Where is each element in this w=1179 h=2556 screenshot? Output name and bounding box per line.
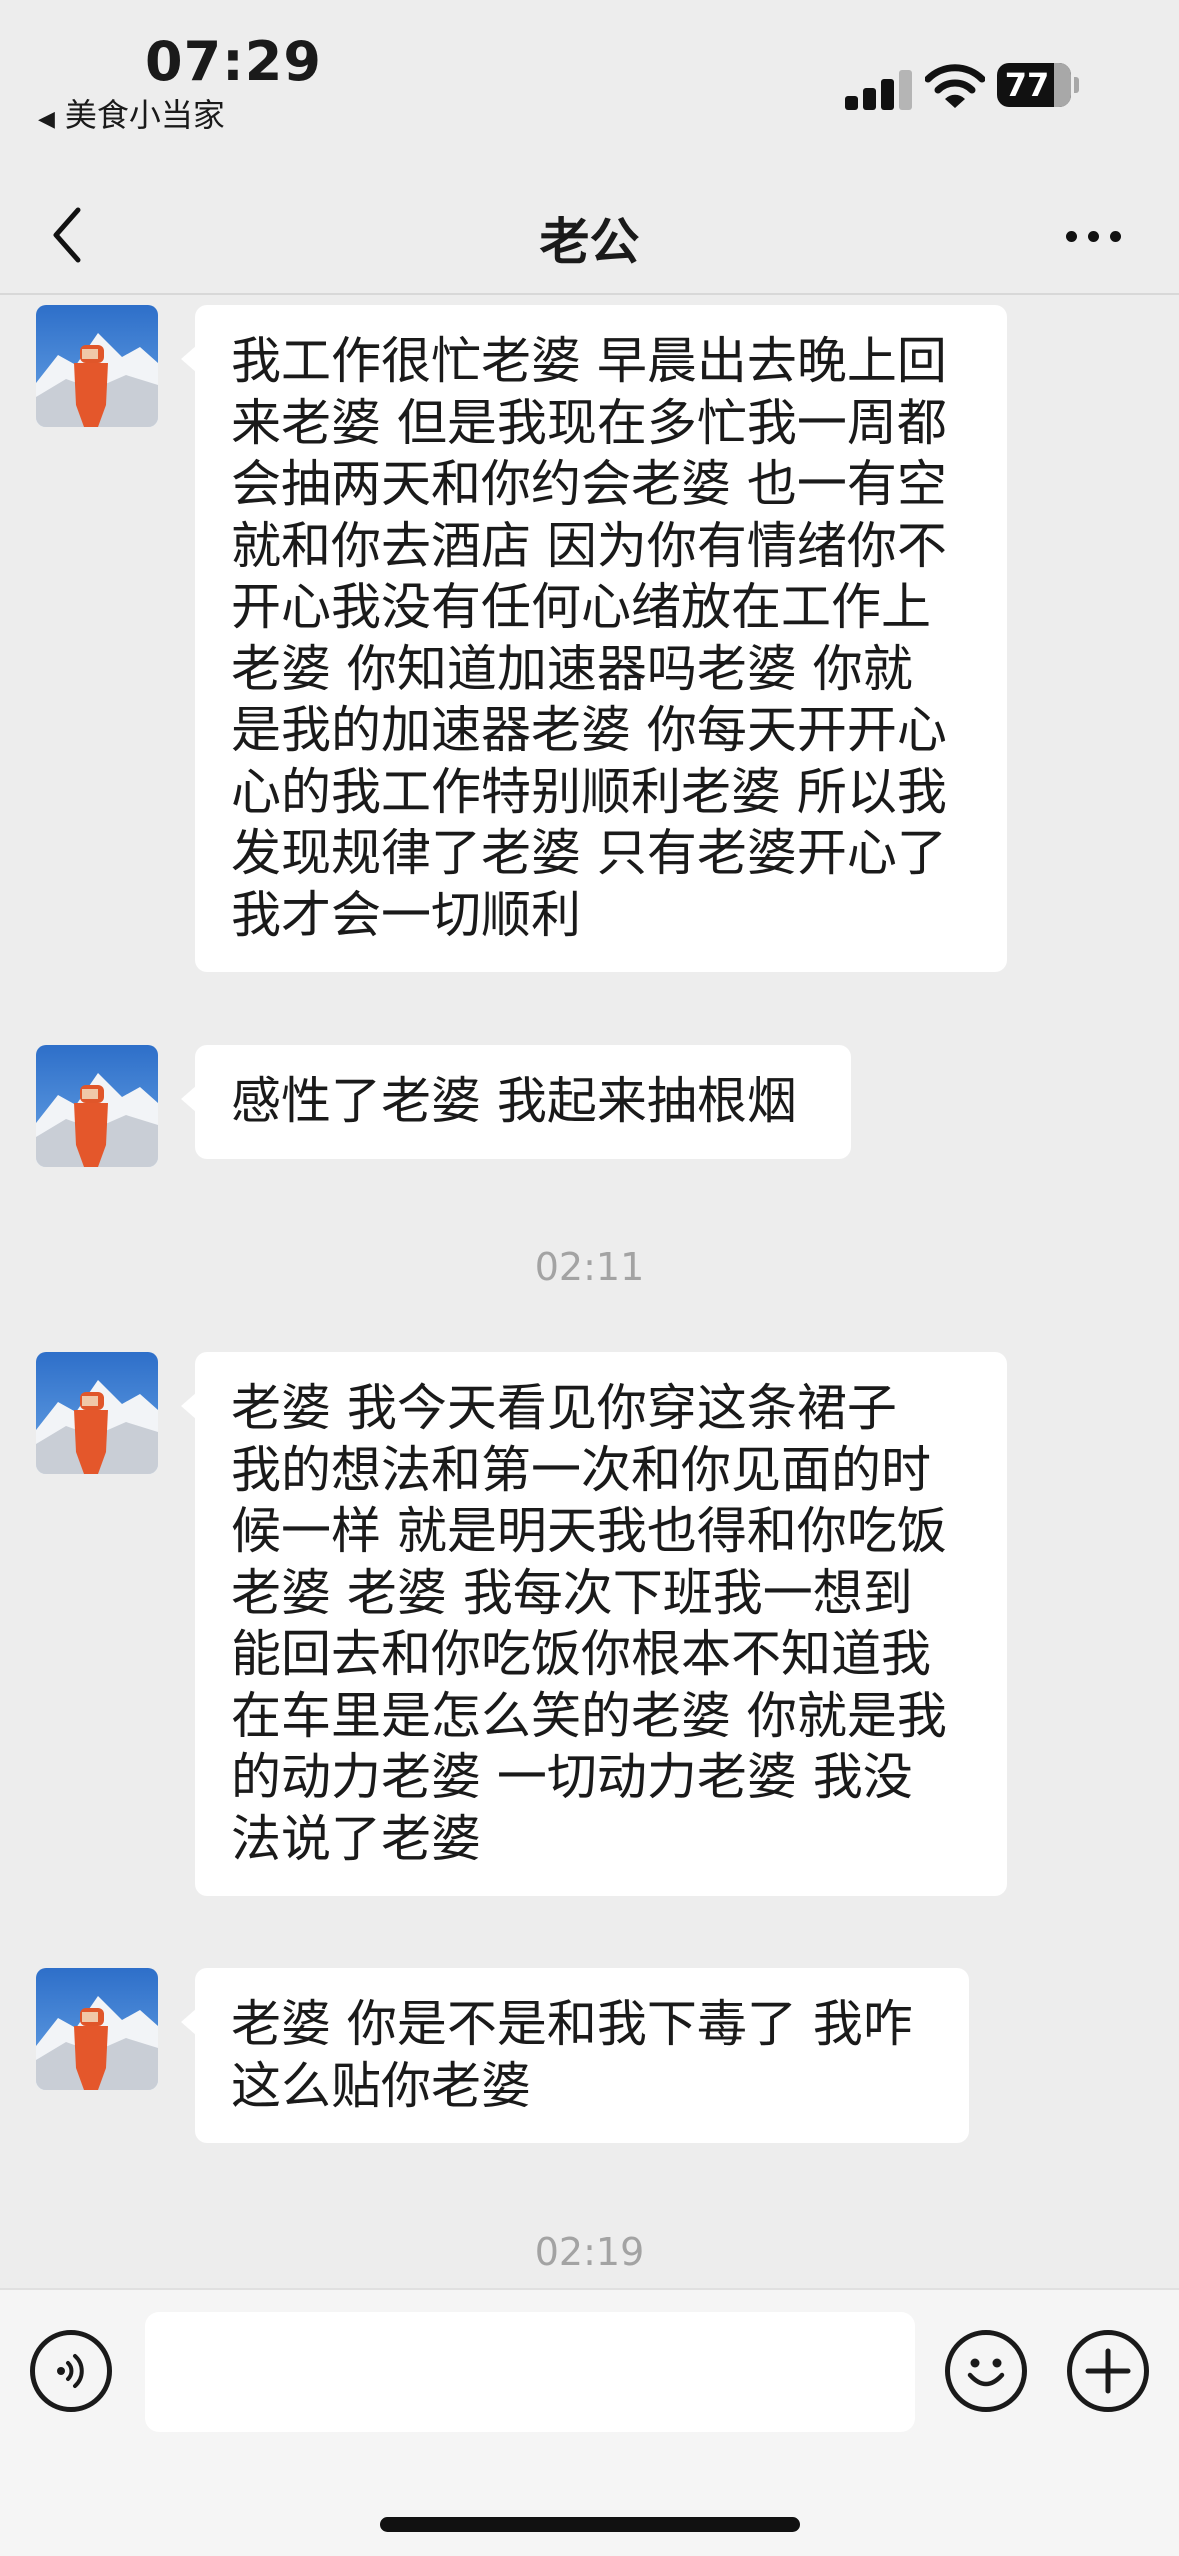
message-line: 候一样 就是明天我也得和你吃饭 xyxy=(231,1502,947,1560)
message-line: 我工作很忙老婆 早晨出去晚上回 xyxy=(231,332,947,390)
timestamp: 02:11 xyxy=(534,1245,645,1289)
status-bar: 07:29 ◀ 美食小当家 77 xyxy=(0,0,1179,180)
message-line: 在车里是怎么笑的老婆 你就是我 xyxy=(231,1686,947,1745)
back-triangle-icon: ◀ xyxy=(38,107,55,132)
message-bubble[interactable]: 我工作很忙老婆 早晨出去晚上回 来老婆 但是我现在多忙我一周都 会抽两天和你约会… xyxy=(181,305,1007,972)
avatar[interactable] xyxy=(36,1045,158,1167)
message-line: 来老婆 但是我现在多忙我一周都 xyxy=(231,393,947,452)
message-line: 发现规律了老婆 只有老婆开心了 xyxy=(231,824,947,882)
message-line: 就和你去酒店 因为你有情绪你不 xyxy=(231,516,947,575)
message-line: 会抽两天和你约会老婆 也一有空 xyxy=(231,455,947,513)
back-to-app-link[interactable]: ◀ 美食小当家 xyxy=(38,90,225,136)
message-line: 是我的加速器老婆 你每天开开心 xyxy=(231,701,947,759)
message-bubble[interactable]: 老婆 我今天看见你穿这条裙子 我的想法和第一次和你见面的时 候一样 就是明天我也… xyxy=(181,1352,1007,1896)
avatar[interactable] xyxy=(36,1352,158,1474)
message-input[interactable] xyxy=(145,2312,915,2432)
message-line: 感性了老婆 我起来抽根烟 xyxy=(231,1072,797,1130)
message-line: 的动力老婆 一切动力老婆 我没 xyxy=(231,1748,913,1806)
back-app-label: 美食小当家 xyxy=(64,96,225,134)
voice-icon[interactable] xyxy=(30,2330,112,2412)
more-dots-icon[interactable] xyxy=(1066,220,1122,250)
cellular-signal-icon xyxy=(845,68,915,110)
chat-title: 老公 xyxy=(539,213,640,271)
status-time: 07:29 xyxy=(145,30,322,93)
message-line: 开心我没有任何心绪放在工作上 xyxy=(231,578,931,636)
message-line: 老婆 老婆 我每次下班我一想到 xyxy=(231,1563,913,1622)
message-line: 我才会一切顺利 xyxy=(231,885,581,944)
message-line: 我的想法和第一次和你见面的时 xyxy=(231,1440,931,1499)
home-indicator[interactable] xyxy=(380,2517,800,2532)
timestamp: 02:19 xyxy=(534,2230,645,2274)
wifi-icon xyxy=(924,62,986,112)
message-line: 心的我工作特别顺利老婆 所以我 xyxy=(231,762,947,821)
avatar[interactable] xyxy=(36,1968,158,2090)
emoji-icon[interactable] xyxy=(945,2330,1027,2412)
message-line: 这么贴你老婆 xyxy=(231,2056,531,2115)
avatar[interactable] xyxy=(36,305,158,427)
battery-level: 77 xyxy=(1004,66,1050,104)
message-line: 能回去和你吃饭你根本不知道我 xyxy=(231,1625,931,1683)
input-bar xyxy=(0,2288,1179,2556)
battery-icon: 77 xyxy=(997,63,1079,107)
message-line: 法说了老婆 xyxy=(231,1809,481,1868)
chat-header: 老公 xyxy=(0,180,1179,295)
message-bubble[interactable]: 老婆 你是不是和我下毒了 我咋 这么贴你老婆 xyxy=(181,1968,969,2143)
message-bubble[interactable]: 感性了老婆 我起来抽根烟 xyxy=(181,1045,851,1159)
message-line: 老婆 我今天看见你穿这条裙子 xyxy=(231,1379,897,1437)
plus-icon[interactable] xyxy=(1067,2330,1149,2412)
message-line: 老婆 你知道加速器吗老婆 你就 xyxy=(231,639,913,698)
message-line: 老婆 你是不是和我下毒了 我咋 xyxy=(231,1995,913,2053)
